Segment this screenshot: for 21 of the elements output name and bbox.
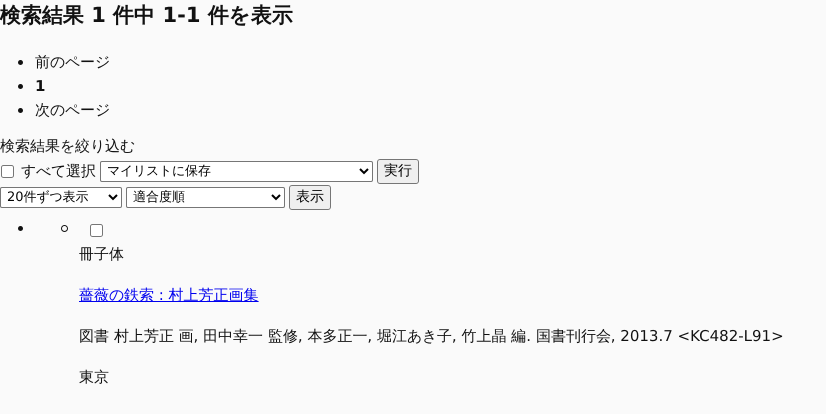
per-page-select[interactable]: 20件ずつ表示 [0,186,122,208]
format-text: 冊子体 [79,244,125,265]
bullet-icon [18,60,23,64]
title-link[interactable]: 薔薇の鉄索 : 村上芳正画集 [79,286,259,304]
bibliographic-text: 図書 村上芳正 画, 田中幸一 監修, 本多正一, 堀江あき子, 竹上晶 編. 国書刊行会, 2013.7 <KC482-L91> [79,326,784,347]
sort-select[interactable]: 適合度順 [126,186,285,208]
result-checkbox[interactable] [90,224,103,236]
pagination-item[interactable]: 次のページ [35,98,110,122]
bullet-icon [18,84,23,88]
select-all-checkbox[interactable] [1,164,14,178]
pagination-item[interactable]: 前のページ [35,50,110,74]
bullet-icon [18,226,23,231]
select-all-label: すべて選択 [21,162,96,180]
circle-bullet-icon [61,225,68,232]
action-select[interactable]: マイリストに保存 [100,160,373,182]
place-text: 東京 [79,367,110,388]
pagination-item[interactable]: 1 [35,74,46,98]
display-button[interactable]: 表示 [289,184,331,210]
run-button[interactable]: 実行 [377,158,419,184]
bullet-icon [18,108,23,112]
refine-label: 検索結果を絞り込む [0,136,136,157]
